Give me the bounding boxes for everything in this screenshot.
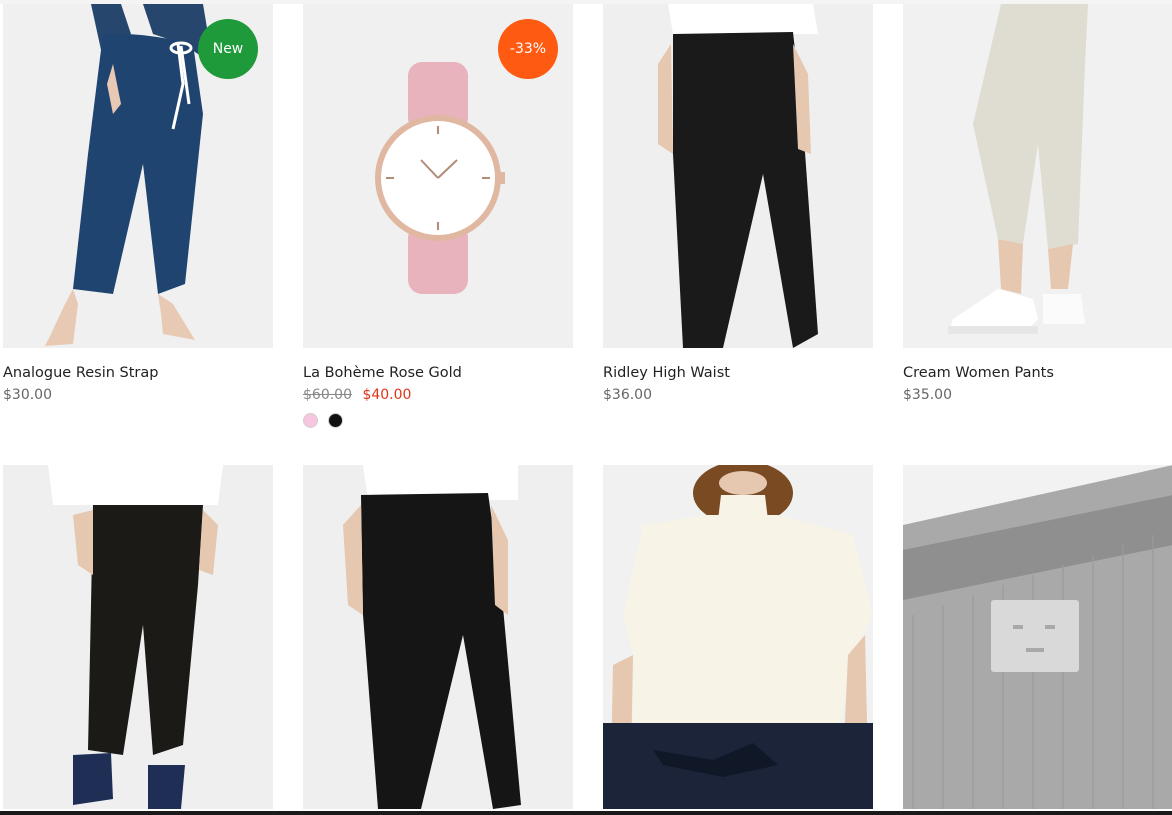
swatch-black[interactable] — [328, 413, 343, 428]
product-image[interactable] — [3, 465, 273, 809]
product-image[interactable] — [603, 465, 873, 809]
product-price: $36.00 — [603, 387, 652, 403]
old-price: $60.00 — [303, 387, 352, 403]
product-card[interactable] — [3, 465, 273, 809]
product-card[interactable] — [603, 465, 873, 809]
price-row: $60.00 $40.00 — [303, 386, 573, 404]
product-card[interactable]: -33% La Bohème Rose Gold $60.00 $40.00 — [303, 4, 573, 428]
product-card[interactable]: New Analogue Resin Strap $30.00 — [3, 4, 273, 404]
color-swatches — [303, 413, 573, 428]
price-row: $30.00 — [3, 386, 273, 404]
product-title[interactable]: La Bohème Rose Gold — [303, 364, 573, 382]
product-price: $30.00 — [3, 387, 52, 403]
product-card[interactable]: Cream Women Pants $35.00 — [903, 4, 1172, 404]
black-trousers-2-image — [303, 465, 573, 809]
price-row: $35.00 — [903, 386, 1172, 404]
product-card[interactable] — [903, 465, 1172, 809]
product-image[interactable] — [303, 465, 573, 809]
bottom-bar — [0, 811, 1172, 815]
product-image[interactable] — [603, 4, 873, 348]
black-trousers-image — [603, 4, 873, 348]
cream-joggers-image — [903, 4, 1172, 348]
grey-beanie-image — [903, 465, 1172, 809]
product-price: $35.00 — [903, 387, 952, 403]
product-image[interactable] — [903, 465, 1172, 809]
product-image[interactable]: New — [3, 4, 273, 348]
new-badge: New — [198, 19, 258, 79]
product-image[interactable]: -33% — [303, 4, 573, 348]
product-card[interactable] — [303, 465, 573, 809]
black-cargo-pants-image — [3, 465, 273, 809]
product-grid: New Analogue Resin Strap $30.00 -33% La … — [0, 0, 1172, 815]
price-row: $36.00 — [603, 386, 873, 404]
product-image[interactable] — [903, 4, 1172, 348]
discount-badge: -33% — [498, 19, 558, 79]
cream-knit-top-image — [603, 465, 873, 809]
product-title[interactable]: Cream Women Pants — [903, 364, 1172, 382]
product-title[interactable]: Ridley High Waist — [603, 364, 873, 382]
product-card[interactable]: Ridley High Waist $36.00 — [603, 4, 873, 404]
sale-price: $40.00 — [362, 387, 412, 403]
product-title[interactable]: Analogue Resin Strap — [3, 364, 273, 382]
swatch-pink[interactable] — [303, 413, 318, 428]
